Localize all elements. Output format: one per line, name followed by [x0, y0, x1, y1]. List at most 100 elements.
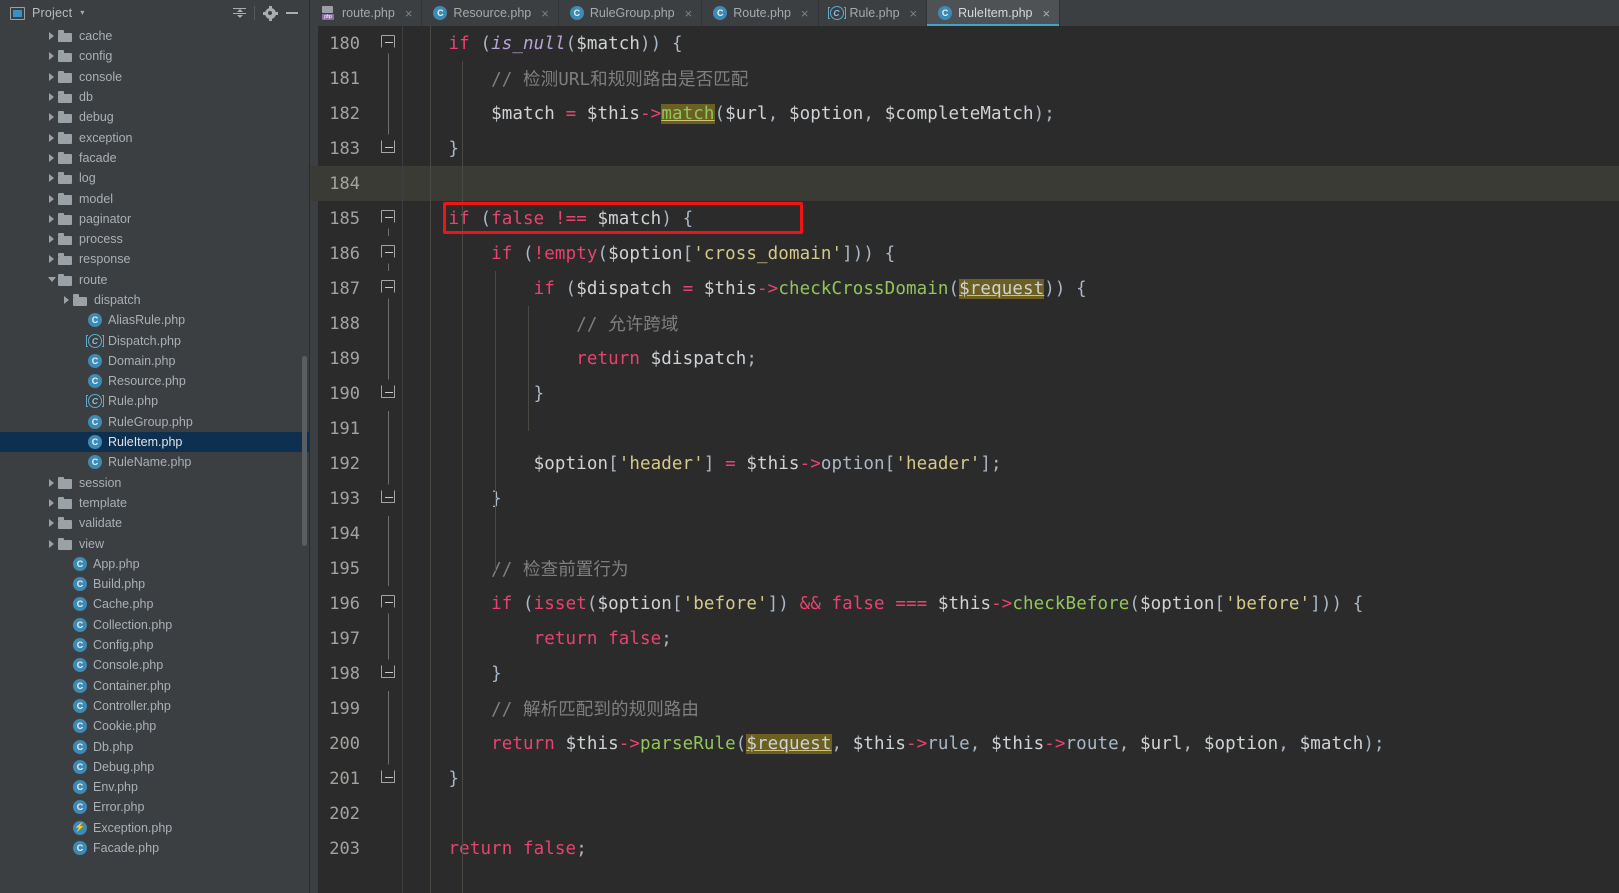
tree-folder-template[interactable]: template — [0, 493, 309, 513]
fold-gutter[interactable] — [374, 656, 402, 691]
fold-gutter[interactable] — [374, 551, 402, 586]
tree-folder-view[interactable]: view — [0, 533, 309, 553]
tree-expand-arrow[interactable] — [45, 32, 58, 41]
chevron-down-icon[interactable]: ▾ — [80, 9, 84, 17]
code-line[interactable]: 195 // 检查前置行为 — [310, 551, 1619, 586]
tree-folder-dispatch[interactable]: dispatch — [0, 290, 309, 310]
fold-gutter[interactable] — [374, 96, 402, 131]
code-line[interactable]: 190 } — [310, 376, 1619, 411]
fold-end-marker[interactable] — [381, 140, 395, 153]
code-line[interactable]: 180 if (is_null($match)) { — [310, 26, 1619, 61]
tree-expand-arrow[interactable] — [45, 194, 58, 203]
fold-gutter[interactable] — [374, 306, 402, 341]
fold-gutter[interactable] — [374, 26, 402, 61]
code-editor[interactable]: 180 if (is_null($match)) {181 // 检测URL和规… — [310, 26, 1619, 893]
tree-file-cookie-php[interactable]: Cookie.php — [0, 716, 309, 736]
fold-gutter[interactable] — [374, 831, 402, 866]
tree-file-collection-php[interactable]: Collection.php — [0, 615, 309, 635]
fold-gutter[interactable] — [374, 271, 402, 306]
editor-tab-rule-php[interactable]: Rule.php × — [818, 0, 928, 26]
tree-folder-db[interactable]: db — [0, 87, 309, 107]
tree-file-debug-php[interactable]: Debug.php — [0, 757, 309, 777]
tab-close-icon[interactable]: × — [801, 7, 809, 20]
code-line[interactable]: 203 return false; — [310, 831, 1619, 866]
tree-folder-log[interactable]: log — [0, 168, 309, 188]
editor-tab-resource-php[interactable]: Resource.php × — [422, 0, 559, 26]
tree-scrollbar[interactable] — [302, 356, 307, 546]
code-line[interactable]: 196 if (isset($option['before']) && fals… — [310, 586, 1619, 621]
fold-collapse-marker[interactable] — [381, 595, 395, 608]
code-line[interactable]: 189 return $dispatch; — [310, 341, 1619, 376]
tree-file-env-php[interactable]: Env.php — [0, 777, 309, 797]
tree-file-domain-php[interactable]: Domain.php — [0, 351, 309, 371]
tree-file-console-php[interactable]: Console.php — [0, 655, 309, 675]
tree-expand-arrow[interactable] — [45, 113, 58, 122]
tree-file-container-php[interactable]: Container.php — [0, 676, 309, 696]
tree-expand-arrow[interactable] — [45, 498, 58, 507]
fold-gutter[interactable] — [374, 376, 402, 411]
code-line[interactable]: 181 // 检测URL和规则路由是否匹配 — [310, 61, 1619, 96]
code-line[interactable]: 197 return false; — [310, 621, 1619, 656]
fold-gutter[interactable] — [374, 201, 402, 236]
fold-gutter[interactable] — [374, 481, 402, 516]
tree-expand-arrow[interactable] — [45, 235, 58, 244]
tree-file-rulename-php[interactable]: RuleName.php — [0, 452, 309, 472]
tree-folder-route[interactable]: route — [0, 270, 309, 290]
tree-file-build-php[interactable]: Build.php — [0, 574, 309, 594]
tree-folder-response[interactable]: response — [0, 249, 309, 269]
editor-tab-ruleitem-php[interactable]: RuleItem.php × — [927, 0, 1061, 26]
tree-folder-cache[interactable]: cache — [0, 26, 309, 46]
fold-collapse-marker[interactable] — [381, 210, 395, 223]
fold-gutter[interactable] — [374, 621, 402, 656]
tree-expand-arrow[interactable] — [45, 519, 58, 528]
tree-file-dispatch-php[interactable]: Dispatch.php — [0, 330, 309, 350]
fold-gutter[interactable] — [374, 761, 402, 796]
tree-file-cache-php[interactable]: Cache.php — [0, 594, 309, 614]
tree-file-aliasrule-php[interactable]: AliasRule.php — [0, 310, 309, 330]
tree-file-exception-php[interactable]: Exception.php — [0, 818, 309, 838]
tree-expand-arrow[interactable] — [45, 214, 58, 223]
editor-tab-rulegroup-php[interactable]: RuleGroup.php × — [558, 0, 703, 26]
tree-file-config-php[interactable]: Config.php — [0, 635, 309, 655]
code-line[interactable]: 182 $match = $this->match($url, $option,… — [310, 96, 1619, 131]
tree-folder-debug[interactable]: debug — [0, 107, 309, 127]
tab-close-icon[interactable]: × — [910, 7, 918, 20]
tree-folder-session[interactable]: session — [0, 473, 309, 493]
tree-folder-process[interactable]: process — [0, 229, 309, 249]
code-line[interactable]: 187 if ($dispatch = $this->checkCrossDom… — [310, 271, 1619, 306]
fold-gutter[interactable] — [374, 691, 402, 726]
code-line[interactable]: 202 — [310, 796, 1619, 831]
tree-expand-arrow[interactable] — [45, 153, 58, 162]
code-line[interactable]: 200 return $this->parseRule($request, $t… — [310, 726, 1619, 761]
tree-file-resource-php[interactable]: Resource.php — [0, 371, 309, 391]
fold-gutter[interactable] — [374, 446, 402, 481]
tree-folder-model[interactable]: model — [0, 188, 309, 208]
fold-collapse-marker[interactable] — [381, 35, 395, 48]
tree-expand-arrow[interactable] — [45, 478, 58, 487]
tree-collapse-arrow[interactable] — [45, 277, 58, 283]
settings-button[interactable] — [259, 2, 281, 24]
tree-folder-facade[interactable]: facade — [0, 148, 309, 168]
tree-file-rulegroup-php[interactable]: RuleGroup.php — [0, 412, 309, 432]
fold-gutter[interactable] — [374, 411, 402, 446]
tab-close-icon[interactable]: × — [685, 7, 693, 20]
code-line[interactable]: 201 } — [310, 761, 1619, 796]
code-line[interactable]: 188 // 允许跨域 — [310, 306, 1619, 341]
fold-end-marker[interactable] — [381, 770, 395, 783]
project-tree[interactable]: cache config console db debug exception facade… — [0, 26, 309, 893]
fold-gutter[interactable] — [374, 726, 402, 761]
tree-expand-arrow[interactable] — [45, 93, 58, 102]
collapse-all-button[interactable] — [228, 2, 250, 24]
tree-expand-arrow[interactable] — [45, 539, 58, 548]
tree-expand-arrow[interactable] — [45, 133, 58, 142]
project-panel-title[interactable]: Project — [32, 6, 72, 20]
tree-folder-config[interactable]: config — [0, 46, 309, 66]
fold-collapse-marker[interactable] — [381, 280, 395, 293]
tree-file-rule-php[interactable]: Rule.php — [0, 391, 309, 411]
tree-file-facade-php[interactable]: Facade.php — [0, 838, 309, 858]
tab-close-icon[interactable]: × — [405, 7, 413, 20]
fold-gutter[interactable] — [374, 796, 402, 831]
tree-file-db-php[interactable]: Db.php — [0, 736, 309, 756]
fold-end-marker[interactable] — [381, 490, 395, 503]
editor-tab-route-php[interactable]: Route.php × — [702, 0, 819, 26]
